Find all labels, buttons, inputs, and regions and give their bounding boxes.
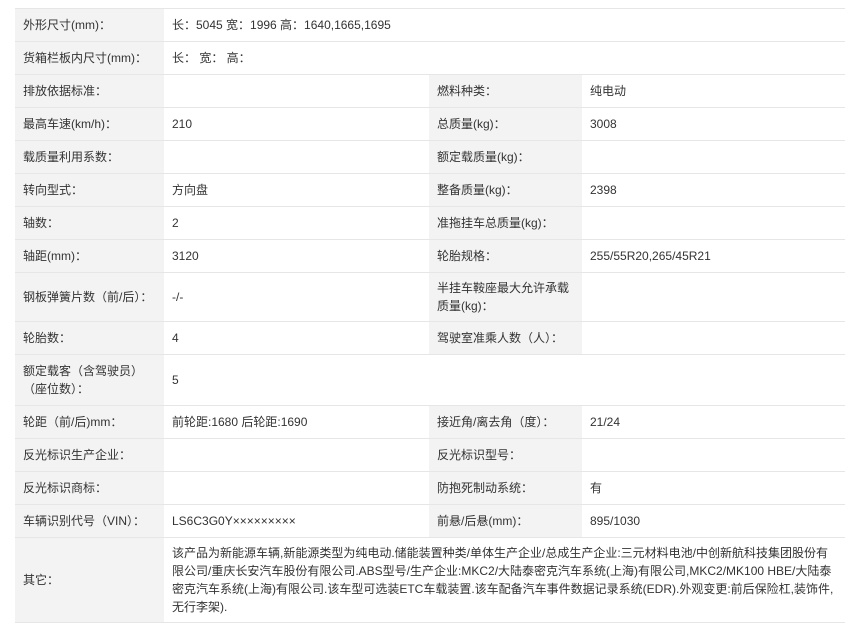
spec-label: 排放依据标准： xyxy=(15,74,164,108)
table-row: 载质量利用系数： 额定载质量(kg)： xyxy=(15,140,846,174)
spec-value xyxy=(164,140,429,174)
spec-value xyxy=(582,272,846,322)
table-row: 其它： 该产品为新能源车辆,新能源类型为纯电动.储能装置种类/单体生产企业/总成… xyxy=(15,537,846,623)
spec-label: 额定载质量(kg)： xyxy=(429,140,582,174)
spec-value xyxy=(164,438,429,472)
spec-label: 整备质量(kg)： xyxy=(429,173,582,207)
spec-value: 长：5045 宽：1996 高：1640,1665,1695 xyxy=(164,8,846,42)
spec-label: 轴距(mm)： xyxy=(15,239,164,273)
spec-label: 准拖挂车总质量(kg)： xyxy=(429,206,582,240)
table-row: 排放依据标准： 燃料种类： 纯电动 xyxy=(15,74,846,108)
spec-value: 255/55R20,265/45R21 xyxy=(582,239,846,273)
spec-label: 半挂车鞍座最大允许承载质量(kg)： xyxy=(429,272,582,322)
table-row: 外形尺寸(mm)： 长：5045 宽：1996 高：1640,1665,1695 xyxy=(15,8,846,42)
table-row: 最高车速(km/h)： 210 总质量(kg)： 3008 xyxy=(15,107,846,141)
spec-label: 防抱死制动系统： xyxy=(429,471,582,505)
table-row: 轴距(mm)： 3120 轮胎规格： 255/55R20,265/45R21 xyxy=(15,239,846,273)
spec-label: 前悬/后悬(mm)： xyxy=(429,504,582,538)
spec-value: -/- xyxy=(164,272,429,322)
table-row: 反光标识商标： 防抱死制动系统： 有 xyxy=(15,471,846,505)
spec-label: 燃料种类： xyxy=(429,74,582,108)
spec-label: 其它： xyxy=(15,537,164,623)
table-row: 轮胎数： 4 驾驶室准乘人数（人）： xyxy=(15,321,846,355)
spec-label: 载质量利用系数： xyxy=(15,140,164,174)
table-row: 轴数： 2 准拖挂车总质量(kg)： xyxy=(15,206,846,240)
spec-label: 外形尺寸(mm)： xyxy=(15,8,164,42)
spec-value: 方向盘 xyxy=(164,173,429,207)
spec-value: 长： 宽： 高： xyxy=(164,41,846,75)
spec-value xyxy=(164,471,429,505)
table-row: 反光标识生产企业： 反光标识型号： xyxy=(15,438,846,472)
spec-label: 转向型式： xyxy=(15,173,164,207)
spec-value: 3008 xyxy=(582,107,846,141)
spec-value: 有 xyxy=(582,471,846,505)
spec-label: 货箱栏板内尺寸(mm)： xyxy=(15,41,164,75)
table-row: 车辆识别代号（VIN）： LS6C3G0Y××××××××× 前悬/后悬(mm)… xyxy=(15,504,846,538)
other-notes-text: 该产品为新能源车辆,新能源类型为纯电动.储能装置种类/单体生产企业/总成生产企业… xyxy=(172,546,834,614)
spec-label: 轮胎规格： xyxy=(429,239,582,273)
spec-label: 驾驶室准乘人数（人）： xyxy=(429,321,582,355)
spec-label: 反光标识型号： xyxy=(429,438,582,472)
spec-value: LS6C3G0Y××××××××× xyxy=(164,504,429,538)
table-row: 货箱栏板内尺寸(mm)： 长： 宽： 高： xyxy=(15,41,846,75)
spec-value xyxy=(164,74,429,108)
spec-label: 额定载客（含驾驶员）（座位数）： xyxy=(15,354,164,406)
spec-label: 轮距（前/后)mm： xyxy=(15,405,164,439)
spec-value: 3120 xyxy=(164,239,429,273)
spec-label: 最高车速(km/h)： xyxy=(15,107,164,141)
spec-value: 210 xyxy=(164,107,429,141)
spec-value: 4 xyxy=(164,321,429,355)
spec-label: 轴数： xyxy=(15,206,164,240)
spec-label: 车辆识别代号（VIN）： xyxy=(15,504,164,538)
spec-value xyxy=(582,206,846,240)
spec-label: 轮胎数： xyxy=(15,321,164,355)
spec-label: 接近角/离去角（度）： xyxy=(429,405,582,439)
spec-value: 2398 xyxy=(582,173,846,207)
spec-value: 21/24 xyxy=(582,405,846,439)
spec-value: 2 xyxy=(164,206,429,240)
table-row: 转向型式： 方向盘 整备质量(kg)： 2398 xyxy=(15,173,846,207)
spec-value: 纯电动 xyxy=(582,74,846,108)
spec-value: 5 xyxy=(164,354,846,406)
spec-label: 总质量(kg)： xyxy=(429,107,582,141)
table-row: 轮距（前/后)mm： 前轮距:1680 后轮距:1690 接近角/离去角（度）：… xyxy=(15,405,846,439)
table-row: 额定载客（含驾驶员）（座位数）： 5 xyxy=(15,354,846,406)
spec-value xyxy=(582,438,846,472)
spec-value: 前轮距:1680 后轮距:1690 xyxy=(164,405,429,439)
table-row: 钢板弹簧片数（前/后）： -/- 半挂车鞍座最大允许承载质量(kg)： xyxy=(15,272,846,322)
spec-label: 反光标识商标： xyxy=(15,471,164,505)
spec-value: 该产品为新能源车辆,新能源类型为纯电动.储能装置种类/单体生产企业/总成生产企业… xyxy=(164,537,846,623)
spec-value xyxy=(582,140,846,174)
spec-value xyxy=(582,321,846,355)
vehicle-spec-table: 外形尺寸(mm)： 长：5045 宽：1996 高：1640,1665,1695… xyxy=(15,8,846,623)
spec-label: 钢板弹簧片数（前/后）： xyxy=(15,272,164,322)
spec-label: 反光标识生产企业： xyxy=(15,438,164,472)
spec-value: 895/1030 xyxy=(582,504,846,538)
